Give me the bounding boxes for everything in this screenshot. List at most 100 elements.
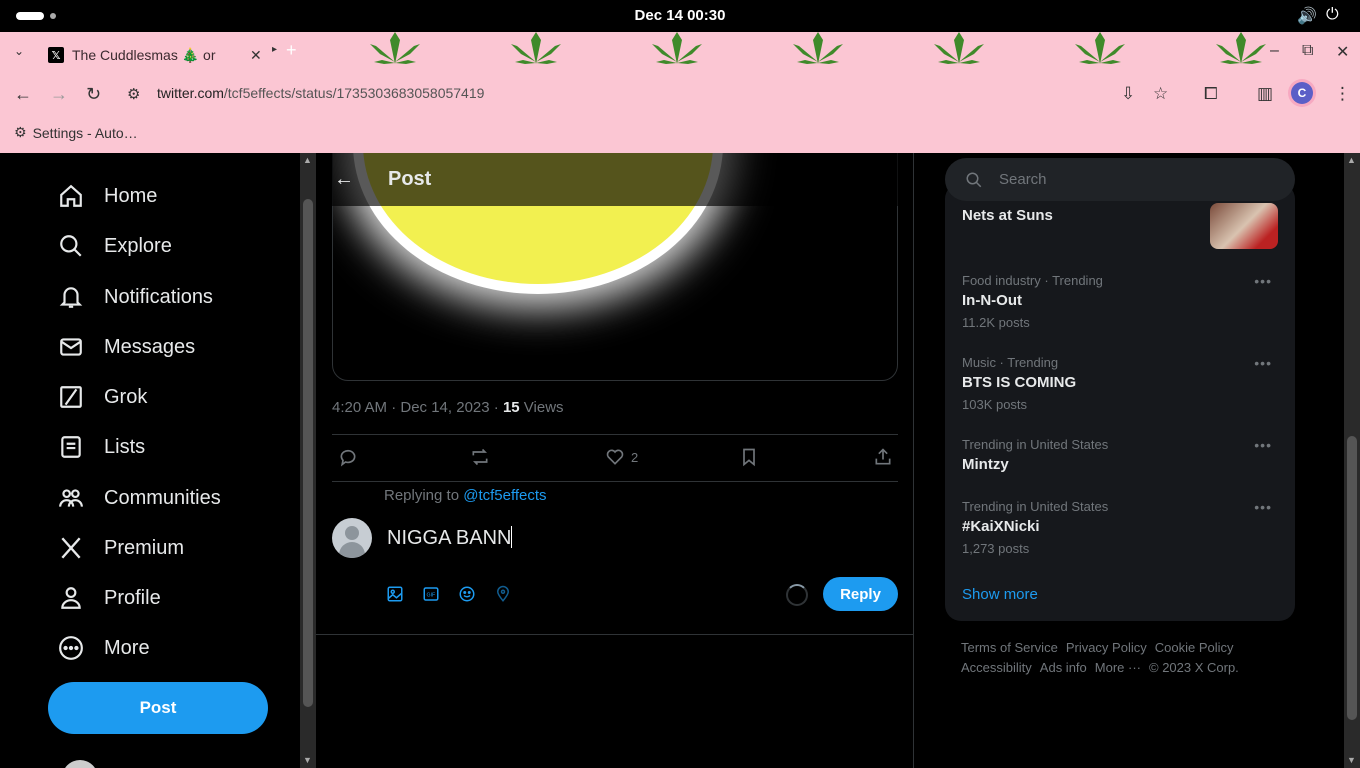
search-box[interactable]: Search	[945, 158, 1295, 201]
reload-icon[interactable]: ↻	[86, 84, 101, 105]
trend-context: Music · Trending	[962, 355, 1059, 370]
trend-context: Trending in United States	[962, 437, 1109, 452]
tab-close-icon[interactable]: ✕	[250, 47, 262, 64]
back-arrow-icon[interactable]: ←	[334, 168, 354, 191]
tab-title: The Cuddlesmas 🎄 or	[72, 46, 216, 63]
window-close-icon[interactable]: ✕	[1336, 42, 1349, 62]
nav-item-communities[interactable]: Communities	[58, 478, 221, 518]
search-icon	[60, 235, 82, 257]
text-caret	[511, 526, 513, 548]
new-tab-button[interactable]: +	[286, 40, 297, 61]
right-scrollbar[interactable]: ▲ ▼	[1344, 153, 1360, 768]
trend-count: 103K posts	[962, 397, 1028, 412]
scroll-down-icon[interactable]: ▼	[1347, 755, 1356, 765]
back-icon[interactable]: ←	[14, 84, 32, 105]
scroll-up-icon[interactable]: ▲	[303, 155, 312, 165]
scroll-down-icon[interactable]: ▼	[303, 755, 312, 765]
nav-item-profile[interactable]: Profile	[58, 578, 161, 618]
image-icon[interactable]	[386, 585, 404, 603]
trend-item[interactable]: Nets at Suns	[962, 203, 1282, 224]
trend-item[interactable]: Trending in United States Mintzy •••	[962, 437, 1282, 473]
trend-context: Food industry · Trending	[962, 273, 1103, 288]
nav-item-grok[interactable]: Grok	[58, 377, 147, 417]
extensions-icon[interactable]: ⧠	[1204, 84, 1218, 104]
forward-icon[interactable]: →	[50, 84, 68, 105]
trend-name: #KaiXNicki	[962, 518, 1040, 535]
trend-item[interactable]: Trending in United States #KaiXNicki 1,2…	[962, 499, 1282, 556]
scrollbar-thumb[interactable]	[303, 199, 313, 707]
bookmark-icon	[743, 448, 755, 467]
share-icon	[875, 448, 891, 465]
share-action[interactable]	[873, 447, 893, 467]
left-scrollbar[interactable]: ▲ ▼	[300, 153, 316, 768]
avatar-body	[339, 542, 365, 558]
nav-label: Grok	[104, 385, 148, 408]
emoji-icon[interactable]	[458, 585, 476, 603]
trend-item[interactable]: Food industry · Trending In-N-Out 11.2K …	[962, 273, 1282, 330]
bookmark-star-icon[interactable]: ☆	[1153, 84, 1168, 104]
reply-input[interactable]: NIGGA BANN	[387, 526, 513, 550]
show-more-link[interactable]: Show more	[962, 586, 1038, 603]
trend-item[interactable]: Music · Trending BTS IS COMING 103K post…	[962, 355, 1282, 412]
tab-overflow-icon[interactable]: ▸	[272, 44, 277, 55]
browser-menu-icon[interactable]: ⋮	[1334, 84, 1351, 104]
nav-item-more[interactable]: More	[58, 628, 150, 668]
nav-item-notifications[interactable]: Notifications	[58, 277, 213, 317]
browser-toolbar: ← → ↻ ⚙ twitter.com/tcf5effects/status/1…	[0, 72, 1360, 116]
more-options-icon[interactable]: •••	[1254, 437, 1272, 453]
nav-item-messages[interactable]: Messages	[58, 327, 195, 367]
volume-icon[interactable]: 🔊	[1297, 6, 1317, 26]
like-action[interactable]: 2	[605, 447, 638, 467]
svg-text:GIF: GIF	[427, 592, 436, 598]
footer-link[interactable]: Terms of Service	[961, 640, 1058, 655]
nav-label: Premium	[104, 536, 185, 559]
bookmark-item[interactable]: ⚙ Settings - Auto…	[14, 124, 138, 141]
post-button[interactable]: Post	[48, 682, 268, 734]
nav-label: Profile	[104, 586, 161, 609]
site-info-icon[interactable]: ⚙	[127, 85, 140, 103]
power-icon[interactable]: ⏻	[1326, 6, 1339, 24]
side-panel-icon[interactable]: ▥	[1257, 84, 1273, 104]
leaf-decoration	[1211, 32, 1271, 72]
leaf-decoration	[506, 32, 566, 72]
address-bar[interactable]: twitter.com/tcf5effects/status/173530368…	[157, 85, 484, 101]
repost-action[interactable]	[470, 447, 490, 467]
profile-avatar[interactable]: C	[1291, 82, 1313, 104]
nav-item-home[interactable]: Home	[58, 176, 157, 216]
system-top-bar: Dec 14 00:30 🔊 ⏻	[0, 0, 1360, 32]
reply-button[interactable]: Reply	[823, 577, 898, 611]
more-options-icon[interactable]: •••	[1254, 355, 1272, 371]
maximize-icon[interactable]: ⧉	[1302, 42, 1313, 60]
browser-tab[interactable]: 𝕏 The Cuddlesmas 🎄 or ✕	[40, 38, 268, 72]
browser-chrome: ⌄ 𝕏 The Cuddlesmas 🎄 or ✕ ▸ + – ⧉ ✕ ← → …	[0, 32, 1360, 153]
post-timestamp[interactable]: 4:20 AM · Dec 14, 2023 ·	[332, 399, 503, 416]
footer-link[interactable]: Accessibility	[961, 660, 1032, 675]
home-icon	[60, 184, 82, 207]
install-app-icon[interactable]: ⇩	[1121, 84, 1135, 104]
nav-item-explore[interactable]: Explore	[58, 226, 172, 266]
location-icon[interactable]	[494, 585, 512, 603]
character-count-ring	[786, 584, 808, 606]
footer-link[interactable]: Privacy Policy	[1066, 640, 1147, 655]
gif-icon[interactable]: GIF	[422, 585, 440, 603]
reply-action[interactable]	[338, 447, 358, 467]
footer-link[interactable]: Cookie Policy	[1155, 640, 1234, 655]
system-clock[interactable]: Dec 14 00:30	[0, 7, 1360, 24]
nav-item-lists[interactable]: Lists	[58, 427, 145, 467]
scroll-up-icon[interactable]: ▲	[1347, 155, 1356, 165]
replying-handle-link[interactable]: @tcf5effects	[463, 487, 546, 504]
account-avatar[interactable]	[62, 760, 98, 768]
more-options-icon[interactable]: •••	[1254, 499, 1272, 515]
nav-item-premium[interactable]: Premium	[58, 528, 184, 568]
footer-link[interactable]: More ···	[1095, 660, 1141, 675]
footer-link[interactable]: Ads info	[1040, 660, 1087, 675]
more-options-icon[interactable]: •••	[1254, 273, 1272, 289]
scrollbar-thumb[interactable]	[1347, 436, 1357, 720]
bookmark-action[interactable]	[739, 447, 759, 467]
repost-icon	[472, 448, 488, 466]
trend-count: 11.2K posts	[962, 315, 1030, 330]
minimize-icon[interactable]: –	[1270, 42, 1279, 60]
tab-search-chevron-icon[interactable]: ⌄	[14, 44, 24, 58]
more-circle-icon	[59, 636, 83, 660]
divider	[316, 634, 913, 635]
